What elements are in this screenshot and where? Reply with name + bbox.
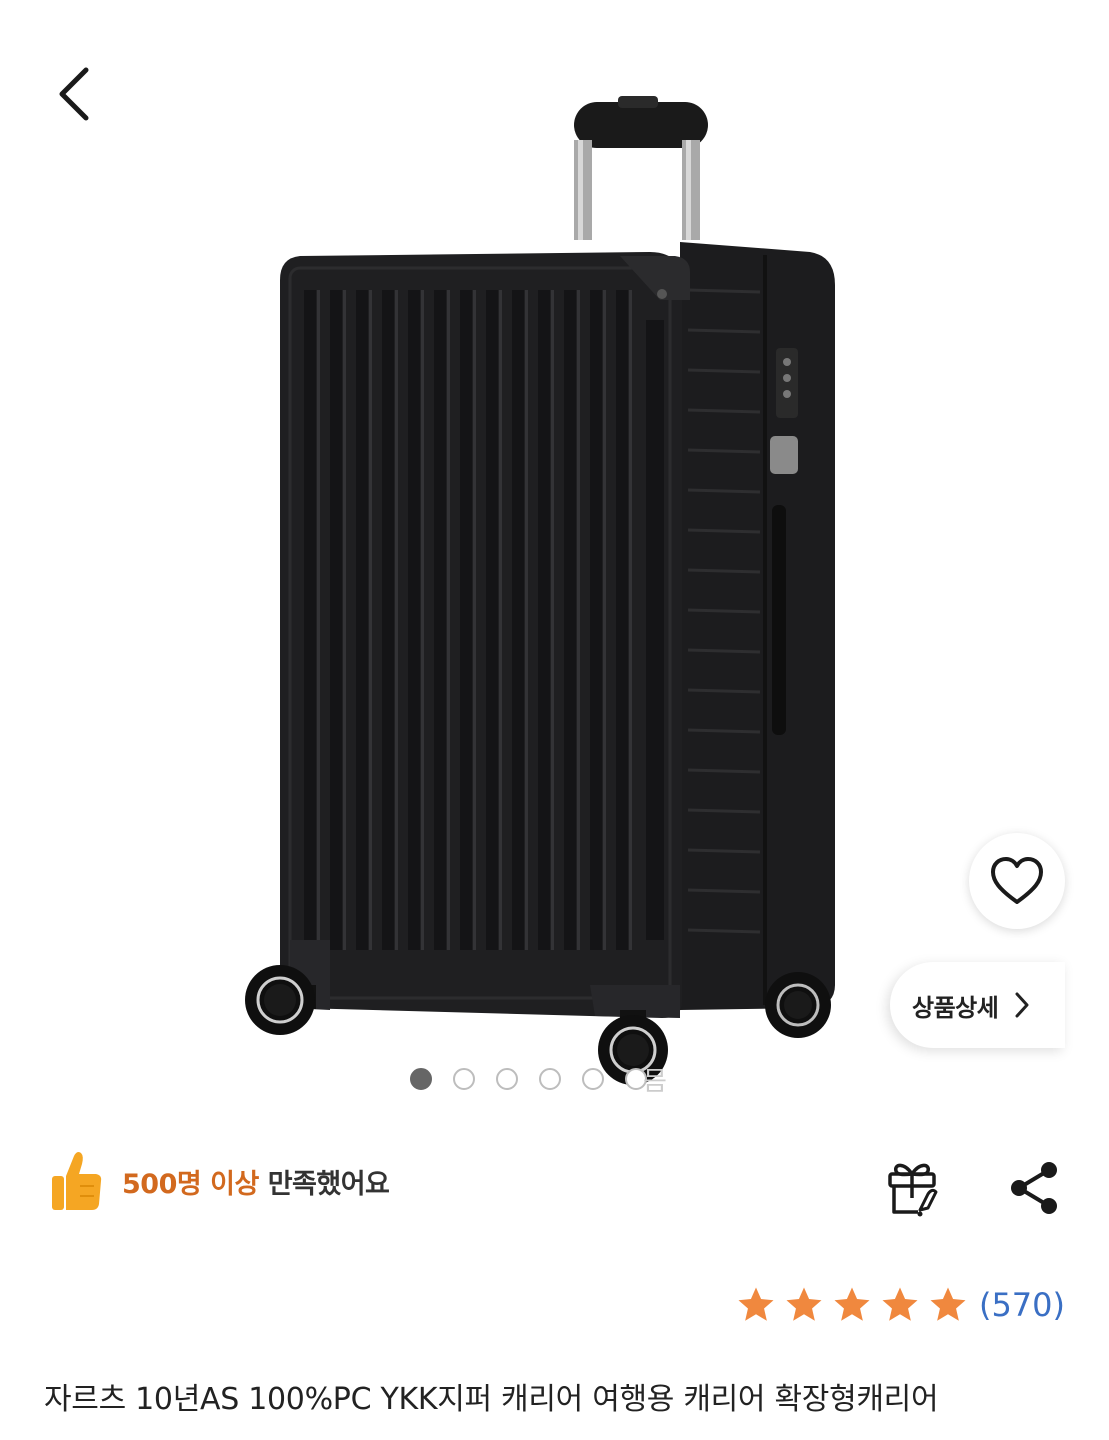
- heart-outline-icon: [991, 857, 1043, 904]
- product-image[interactable]: [0, 0, 1109, 1110]
- gallery-dot-4[interactable]: [539, 1068, 561, 1090]
- wishlist-button[interactable]: [969, 833, 1065, 929]
- thumbs-up-icon: [52, 1152, 102, 1210]
- gift-button[interactable]: [884, 1158, 940, 1218]
- share-button[interactable]: [1005, 1158, 1061, 1218]
- back-button[interactable]: [44, 56, 108, 128]
- star-icon: [882, 1287, 918, 1321]
- gallery-dot-5[interactable]: [582, 1068, 604, 1090]
- suitcase-illustration: [245, 96, 835, 1085]
- satisfaction-text: 만족했어요: [267, 1168, 390, 1200]
- satisfaction-highlight: 500명 이상: [122, 1168, 259, 1200]
- star-icon: [930, 1287, 966, 1321]
- product-title: 자르츠 10년AS 100%PC YKK지퍼 캐리어 여행용 캐리어 확장형캐리…: [44, 1382, 939, 1417]
- gift-icon: [888, 1163, 938, 1217]
- rating-summary[interactable]: (570): [729, 1284, 1065, 1326]
- gallery-dot-3[interactable]: [496, 1068, 518, 1090]
- chevron-right-icon: [1015, 992, 1029, 1018]
- gallery-dot-1[interactable]: [410, 1068, 432, 1090]
- gallery-pagination-tail: 믐: [643, 1066, 667, 1097]
- product-detail-button[interactable]: 상품상세: [890, 962, 1065, 1048]
- star-icon: [738, 1287, 774, 1321]
- star-icon: [834, 1287, 870, 1321]
- satisfaction-banner: 500명 이상 만족했어요: [48, 1150, 390, 1212]
- gallery-dot-2[interactable]: [453, 1068, 475, 1090]
- chevron-left-icon: [59, 67, 89, 121]
- review-count[interactable]: (570): [979, 1286, 1065, 1324]
- star-icon: [786, 1287, 822, 1321]
- share-icon: [1011, 1162, 1057, 1214]
- product-detail-label: 상품상세: [912, 993, 999, 1022]
- gallery-pagination: 믐: [410, 1064, 667, 1097]
